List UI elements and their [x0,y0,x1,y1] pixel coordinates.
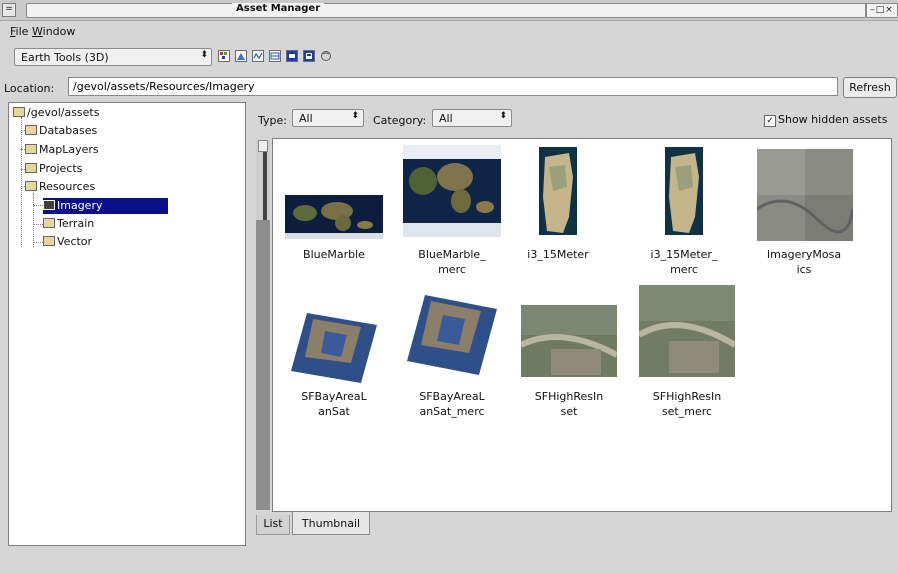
asset-tree[interactable]: /gevol/assets Databases MapLayers Projec… [8,102,246,546]
scroll-up-button[interactable] [258,140,268,152]
tree-item-databases[interactable]: Databases [25,123,97,139]
imagery-resource-icon[interactable] [218,50,230,62]
tool-mode-value: Earth Tools (3D) [21,51,109,64]
tree-item-label: Imagery [57,199,103,212]
thumbnail-image [637,285,737,377]
thumbnail-bluemarble[interactable] [285,195,383,242]
thumbnail-image [539,147,577,235]
spin-arrows-icon: ⬍ [351,111,359,121]
tool-mode-select[interactable]: Earth Tools (3D) ⬍ [14,48,212,66]
thumbnail-bluemarble-merc[interactable] [403,145,501,240]
thumbnail-sfbayarealansat-merc[interactable] [407,295,497,378]
location-input[interactable] [68,77,838,96]
tree-item-maplayers[interactable]: MapLayers [25,142,99,158]
window-controls[interactable]: –□× [866,3,898,18]
menu-bar: File Window [0,21,898,43]
show-hidden-checkbox[interactable]: ✓ [764,115,776,127]
title-bar[interactable]: = Asset Manager –□× [0,0,898,21]
thumbnail-view[interactable]: BlueMarble BlueMarble_ merc i3_15Meter i3… [272,138,892,512]
type-select[interactable]: All ⬍ [292,109,364,127]
tree-item-label: MapLayers [39,143,99,156]
tree-item-vector[interactable]: Vector [43,234,92,250]
show-hidden-label[interactable]: Show hidden assets [778,113,887,126]
folder-icon [43,218,55,228]
thumbnail-i3-15meter-merc[interactable] [665,147,703,238]
category-label: Category: [373,114,427,127]
tree-item-label: Databases [39,124,98,137]
menu-window[interactable]: Window [32,25,75,38]
tree-item-label: Resources [39,180,96,193]
database-icon[interactable] [286,50,298,62]
title-field [26,3,866,18]
type-select-value: All [299,112,313,125]
thumbnail-image [519,305,619,377]
thumbnail-label: SFBayAreaL anSat [301,390,367,418]
thumbnail-label: i3_15Meter_ merc [650,248,718,276]
tree-guide-line [33,242,43,243]
tree-item-terrain[interactable]: Terrain [43,216,94,232]
thumbnail-image [407,295,497,375]
menu-file[interactable]: File [10,25,28,38]
tree-guide-line [21,117,22,247]
refresh-button[interactable]: Refresh [843,77,897,98]
thumbnail-image [756,149,855,241]
folder-icon [25,125,37,135]
thumbnail-sfbayarealansat[interactable] [291,313,377,386]
window-title: Asset Manager [232,3,325,14]
folder-icon [43,236,55,246]
tree-item-label: Vector [57,235,93,248]
thumbnail-imagerymosaics[interactable] [756,149,855,244]
folder-icon [13,107,25,117]
tree-item-label: /gevol/assets [27,106,100,119]
thumbnail-label: ImageryMosa ics [766,248,842,276]
thumbnail-image [403,145,501,237]
tree-guide-line [33,205,43,206]
folder-icon [25,163,37,173]
tree-item-label: Projects [39,162,83,175]
thumbnail-label: BlueMarble_ merc [418,248,486,276]
thumbnail-label: SFHighResIn set [534,390,604,418]
folder-icon [43,200,55,210]
tree-item-projects[interactable]: Projects [25,161,82,177]
thumbnail-image [665,147,703,235]
thumbnail-i3-15meter[interactable] [539,147,577,238]
location-label: Location: [4,82,55,95]
status-bar [8,547,892,565]
scroll-thumb[interactable] [263,152,267,220]
tab-list[interactable]: List [256,515,290,535]
map-database-icon[interactable] [303,50,315,62]
window-menu-button[interactable]: = [2,3,16,17]
tree-item-root[interactable]: /gevol/assets [13,105,99,121]
category-select[interactable]: All ⬍ [432,109,512,127]
vector-resource-icon[interactable] [252,50,264,62]
spin-arrows-icon: ⬍ [499,111,507,121]
scroll-track[interactable] [256,220,270,510]
tree-item-resources[interactable]: Resources [25,179,95,195]
folder-open-icon [25,181,37,191]
globe-icon[interactable] [320,50,332,62]
type-label: Type: [258,114,287,127]
tab-thumbnail[interactable]: Thumbnail [292,512,370,535]
terrain-resource-icon[interactable] [235,50,247,62]
thumbnail-image [291,313,377,383]
thumbnail-image [285,195,383,239]
thumbnail-label: SFBayAreaL anSat_merc [419,390,485,418]
tree-item-imagery[interactable]: Imagery [43,198,169,214]
spin-arrows-icon: ⬍ [200,50,208,60]
tree-guide-line [33,193,34,247]
thumbnail-sfhighresinset[interactable] [519,305,619,380]
category-select-value: All [439,112,453,125]
tree-guide-line [33,224,43,225]
thumbnail-label: i3_15Meter [527,248,589,261]
thumbnail-sfhighresinset-merc[interactable] [637,285,737,380]
mosaic-icon[interactable] [269,50,281,62]
thumbnail-label: BlueMarble [303,248,365,261]
thumbnail-label: SFHighResIn set_merc [652,390,722,418]
folder-icon [25,144,37,154]
tree-item-label: Terrain [57,217,95,230]
